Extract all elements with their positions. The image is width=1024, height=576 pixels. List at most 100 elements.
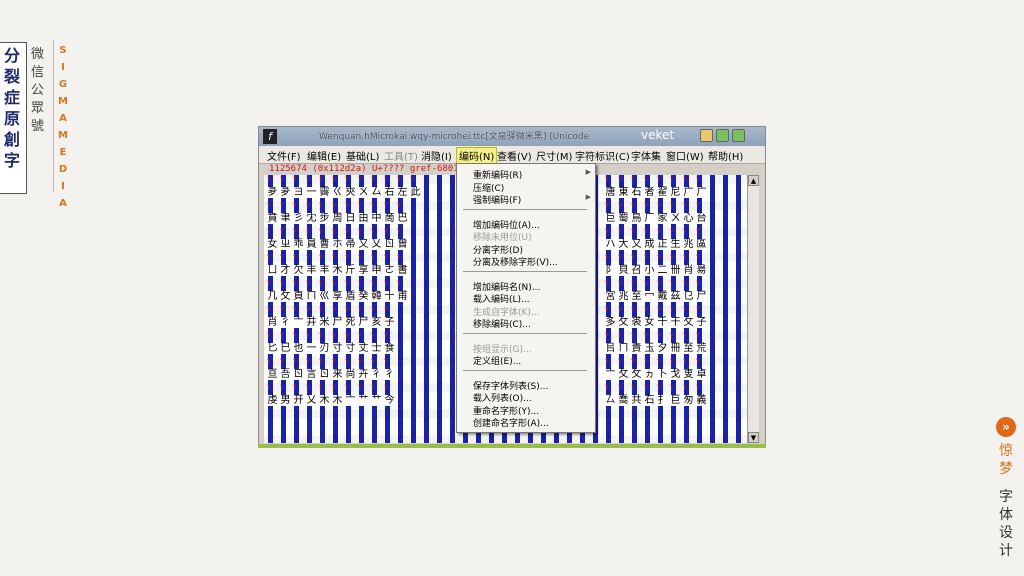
glyph-cell[interactable]: 義 — [695, 395, 708, 406]
glyph-cell[interactable]: 冊 — [669, 343, 682, 354]
glyph-cell[interactable]: 台 — [695, 213, 708, 224]
glyph-cell[interactable]: 申 — [370, 265, 383, 276]
glyph-cell[interactable]: 几 — [266, 291, 279, 302]
glyph-cell[interactable]: 貝 — [617, 265, 630, 276]
glyph-cell[interactable]: 亠 — [344, 395, 357, 406]
glyph-cell[interactable]: 彳 — [370, 369, 383, 380]
glyph-cell[interactable]: 彳 — [279, 317, 292, 328]
glyph-cell[interactable]: 尸 — [331, 317, 344, 328]
glyph-cell[interactable]: 巳 — [279, 343, 292, 354]
menu-item[interactable]: 消隐(I) — [421, 148, 452, 163]
glyph-cell[interactable]: 亠 — [292, 317, 305, 328]
glyph-cell[interactable]: 匆 — [682, 395, 695, 406]
glyph-cell[interactable]: 开 — [292, 395, 305, 406]
glyph-cell[interactable]: 寸 — [344, 343, 357, 354]
glyph-cell[interactable]: 寸 — [331, 343, 344, 354]
glyph-cell[interactable]: 女 — [266, 239, 279, 250]
glyph-cell[interactable]: 女 — [643, 317, 656, 328]
glyph-cell[interactable]: 子 — [695, 317, 708, 328]
glyph-cell[interactable]: 書 — [396, 265, 409, 276]
glyph-cell[interactable]: 攵 — [617, 369, 630, 380]
glyph-cell[interactable]: 小 — [643, 265, 656, 276]
glyph-cell[interactable]: 成 — [643, 239, 656, 250]
encoding-menu-item[interactable]: 重命名字形(Y)... — [473, 404, 539, 417]
encoding-menu-item[interactable]: 按组显示(G)... — [473, 342, 532, 355]
glyph-cell[interactable]: 頁 — [292, 291, 305, 302]
glyph-cell[interactable]: 丰 — [305, 265, 318, 276]
menu-item[interactable]: 基础(L) — [346, 148, 379, 163]
glyph-cell[interactable]: 乖 — [292, 239, 305, 250]
glyph-cell[interactable]: 也 — [292, 343, 305, 354]
glyph-cell[interactable]: 二 — [656, 265, 669, 276]
encoding-menu-item[interactable]: 载入列表(O)... — [473, 391, 532, 404]
glyph-cell[interactable]: 蜀 — [617, 213, 630, 224]
glyph-cell[interactable]: 此 — [409, 187, 422, 198]
menu-item[interactable]: 查看(V) — [497, 148, 532, 163]
glyph-cell[interactable]: 又 — [630, 239, 643, 250]
glyph-cell[interactable]: 左 — [396, 187, 409, 198]
glyph-cell[interactable]: 巛 — [318, 291, 331, 302]
glyph-cell[interactable]: 厶 — [370, 187, 383, 198]
glyph-cell[interactable]: 尚 — [344, 369, 357, 380]
glyph-cell[interactable]: 心 — [682, 213, 695, 224]
glyph-cell[interactable]: ㄩ — [266, 265, 279, 276]
glyph-cell[interactable]: 者 — [643, 187, 656, 198]
glyph-cell[interactable]: 責 — [630, 343, 643, 354]
glyph-cell[interactable]: 步 — [318, 213, 331, 224]
glyph-cell[interactable]: 甫 — [396, 291, 409, 302]
glyph-cell[interactable]: 亘 — [266, 369, 279, 380]
glyph-cell[interactable]: 宮 — [604, 291, 617, 302]
glyph-cell[interactable]: 至 — [682, 343, 695, 354]
glyph-cell[interactable]: 周 — [331, 213, 344, 224]
glyph-cell[interactable]: 斤 — [344, 265, 357, 276]
close-button[interactable] — [732, 129, 745, 142]
encoding-menu-item[interactable]: 分离字形(D) — [473, 243, 523, 256]
menu-item[interactable]: 文件(F) — [267, 148, 301, 163]
glyph-cell[interactable]: 又 — [357, 239, 370, 250]
glyph-cell[interactable]: 刃 — [318, 343, 331, 354]
glyph-cell[interactable]: 叓 — [682, 369, 695, 380]
glyph-cell[interactable]: 唐 — [604, 187, 617, 198]
title-bar[interactable]: f Wenquan.hMicrokai wqy-microhei.ttc[文泉驿… — [259, 127, 765, 146]
encoding-menu-item[interactable]: 移除编码(C)... — [473, 317, 531, 330]
glyph-cell[interactable]: 戈 — [669, 369, 682, 380]
glyph-cell[interactable]: 巨 — [604, 213, 617, 224]
glyph-cell[interactable]: 區 — [695, 239, 708, 250]
glyph-cell[interactable]: 食 — [383, 343, 396, 354]
glyph-cell[interactable]: 攵 — [279, 291, 292, 302]
glyph-cell[interactable]: 啇 — [383, 213, 396, 224]
glyph-cell[interactable]: 一 — [305, 187, 318, 198]
glyph-cell[interactable]: 士 — [370, 343, 383, 354]
encoding-menu-item[interactable]: 载入编码(L)... — [473, 292, 530, 305]
glyph-cell[interactable]: 虔 — [266, 395, 279, 406]
menu-item[interactable]: 字符标识(C) — [575, 148, 630, 163]
glyph-cell[interactable]: 扌 — [656, 395, 669, 406]
glyph-cell[interactable]: 員 — [305, 239, 318, 250]
encoding-menu-item[interactable]: 移除未用位(U) — [473, 230, 532, 243]
glyph-cell[interactable]: 匕 — [266, 343, 279, 354]
glyph-cell[interactable]: 共 — [630, 395, 643, 406]
encoding-menu-item[interactable]: 压缩(C) — [473, 181, 504, 194]
glyph-cell[interactable]: 攵 — [682, 317, 695, 328]
glyph-cell[interactable]: 亠 — [604, 369, 617, 380]
glyph-cell[interactable]: 兆 — [617, 291, 630, 302]
glyph-cell[interactable]: ハ — [604, 239, 617, 250]
glyph-cell[interactable]: ㄓ — [279, 239, 292, 250]
glyph-cell[interactable]: 木 — [331, 395, 344, 406]
glyph-cell[interactable]: 乂 — [370, 239, 383, 250]
glyph-cell[interactable]: 日 — [344, 213, 357, 224]
glyph-cell[interactable]: 㠯 — [604, 343, 617, 354]
glyph-cell[interactable]: 来 — [331, 369, 344, 380]
glyph-cell[interactable]: 昜 — [695, 265, 708, 276]
glyph-cell[interactable]: ㄖ — [318, 369, 331, 380]
menu-item[interactable]: 编辑(E) — [307, 148, 341, 163]
glyph-cell[interactable]: 井 — [305, 317, 318, 328]
glyph-cell[interactable]: ヵ — [643, 369, 656, 380]
glyph-cell[interactable]: 由 — [357, 213, 370, 224]
menu-item[interactable]: 编码(N) — [456, 147, 498, 164]
menu-item[interactable]: 窗口(W) — [666, 148, 704, 163]
glyph-cell[interactable]: 吾 — [279, 369, 292, 380]
menu-item[interactable]: 工具(T) — [384, 148, 418, 163]
glyph-cell[interactable]: 卉 — [357, 369, 370, 380]
glyph-cell[interactable]: 巨 — [669, 395, 682, 406]
